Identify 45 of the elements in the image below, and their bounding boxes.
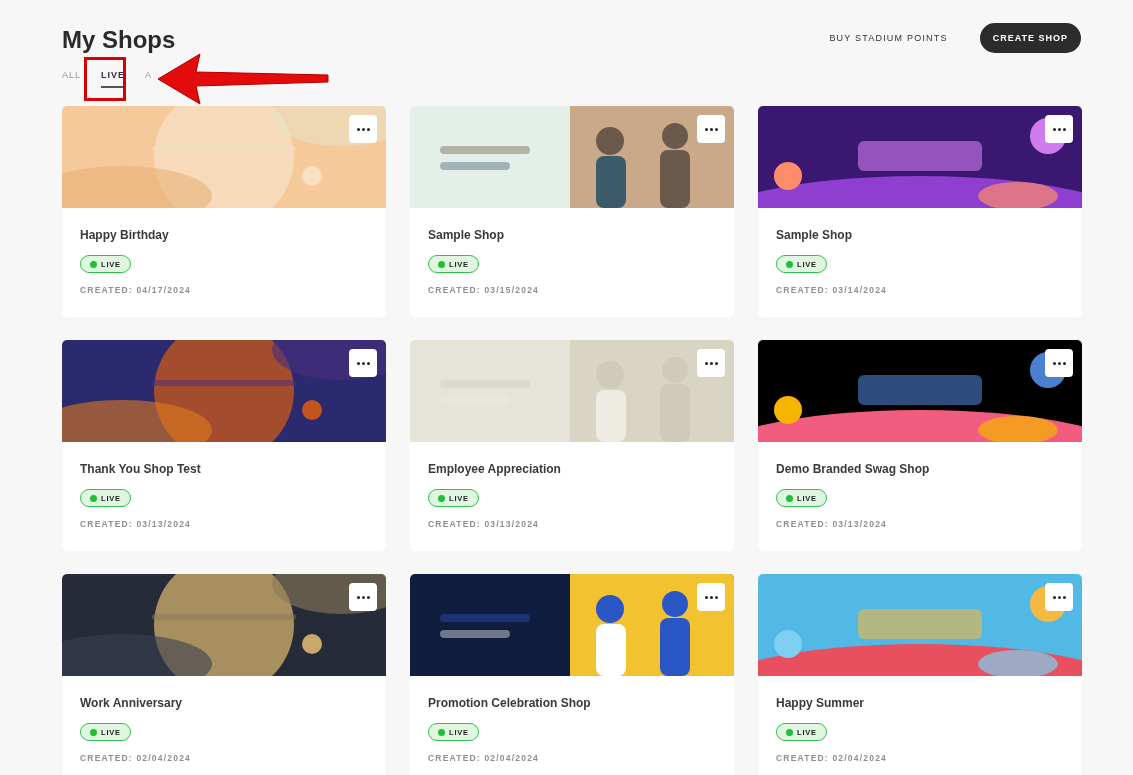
status-dot bbox=[438, 260, 445, 268]
status-dot bbox=[90, 260, 97, 268]
created-date: CREATED: 03/13/2024 bbox=[776, 519, 888, 529]
create-shop-button[interactable]: CREATE SHOP bbox=[979, 23, 1081, 53]
more-options-button[interactable] bbox=[349, 583, 377, 611]
ellipsis-icon bbox=[704, 361, 718, 365]
status-dot bbox=[786, 728, 793, 736]
status-dot bbox=[438, 494, 445, 502]
ellipsis-icon bbox=[356, 127, 370, 131]
ellipsis-icon bbox=[704, 127, 718, 131]
ellipsis-icon bbox=[356, 361, 370, 365]
created-date: CREATED: 03/13/2024 bbox=[80, 519, 192, 529]
highlight-frame bbox=[84, 57, 126, 101]
more-options-button[interactable] bbox=[1045, 349, 1073, 377]
created-date: CREATED: 02/04/2024 bbox=[776, 753, 888, 763]
shop-name: Happy Summer bbox=[776, 696, 866, 710]
shop-name: Demo Branded Swag Shop bbox=[776, 462, 931, 476]
shop-name: Sample Shop bbox=[428, 228, 505, 242]
shop-name: Happy Birthday bbox=[80, 228, 170, 242]
shop-name: Sample Shop bbox=[776, 228, 853, 242]
created-date: CREATED: 02/04/2024 bbox=[80, 753, 192, 763]
ellipsis-icon bbox=[1052, 595, 1066, 599]
ellipsis-icon bbox=[1052, 127, 1066, 131]
more-options-button[interactable] bbox=[349, 349, 377, 377]
shop-name: Employee Appreciation bbox=[428, 462, 562, 476]
ellipsis-icon bbox=[1052, 361, 1066, 365]
created-date: CREATED: 03/15/2024 bbox=[428, 285, 540, 295]
status-dot bbox=[90, 728, 97, 736]
shop-name: Promotion Celebration Shop bbox=[428, 696, 592, 710]
status-dot bbox=[786, 494, 793, 502]
created-date: CREATED: 03/14/2024 bbox=[776, 285, 888, 295]
buy-points-link[interactable]: BUY STADIUM POINTS bbox=[829, 33, 948, 43]
status-dot bbox=[438, 728, 445, 736]
shop-name: Thank You Shop Test bbox=[80, 462, 202, 476]
created-date: CREATED: 04/17/2024 bbox=[80, 285, 192, 295]
created-date: CREATED: 02/04/2024 bbox=[428, 753, 540, 763]
more-options-button[interactable] bbox=[1045, 115, 1073, 143]
ellipsis-icon bbox=[356, 595, 370, 599]
status-dot bbox=[786, 260, 793, 268]
page-title: My Shops bbox=[62, 26, 176, 54]
status-dot bbox=[90, 494, 97, 502]
ellipsis-icon bbox=[704, 595, 718, 599]
shop-name: Work Anniversary bbox=[80, 696, 184, 710]
created-date: CREATED: 03/13/2024 bbox=[428, 519, 540, 529]
filter-tab[interactable]: LIVE bbox=[101, 70, 126, 88]
